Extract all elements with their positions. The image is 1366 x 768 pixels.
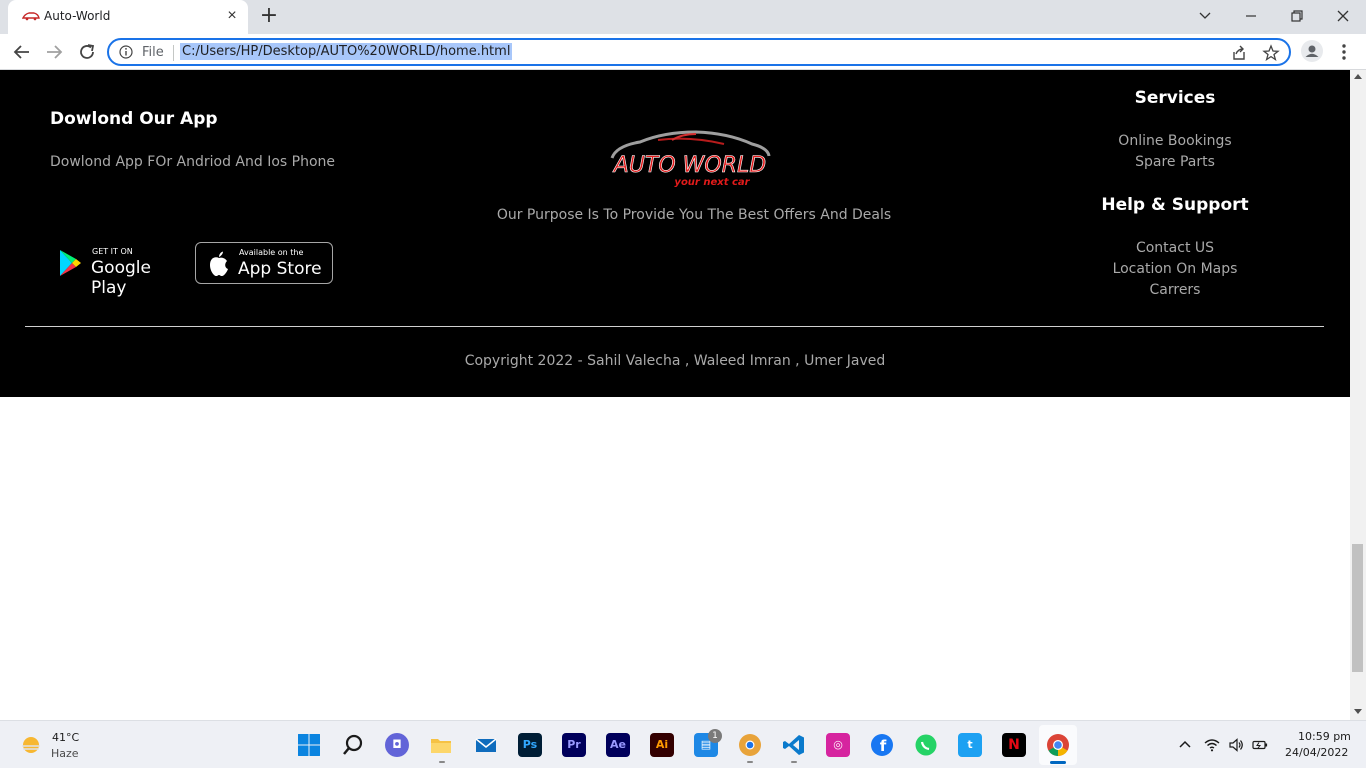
file-scheme-label: File <box>142 45 164 60</box>
weather-haze-icon[interactable] <box>20 734 42 756</box>
app-store-small-label: Available on the <box>239 248 304 257</box>
illustrator-icon[interactable]: Ai <box>650 733 674 757</box>
page-scrollbar[interactable] <box>1350 70 1366 720</box>
footer-link-contact-us[interactable]: Contact US <box>1075 240 1275 256</box>
vscode-icon[interactable] <box>782 733 806 757</box>
chrome-canary-icon[interactable] <box>738 733 762 757</box>
mail-icon[interactable] <box>474 733 498 757</box>
address-bar[interactable]: File C:/Users/HP/Desktop/AUTO%20WORLD/ho… <box>107 38 1291 66</box>
chrome-icon[interactable] <box>1046 733 1070 757</box>
vscode-running-indicator <box>791 761 797 763</box>
app-store-big-label: App Store <box>238 259 322 279</box>
info-icon[interactable] <box>119 45 133 59</box>
weather-description[interactable]: Haze <box>51 747 79 760</box>
google-play-button[interactable]: GET IT ON Google Play <box>50 242 186 298</box>
chat-icon[interactable]: ◘ <box>385 733 409 757</box>
scroll-down-arrow-icon[interactable] <box>1354 709 1362 714</box>
tab-close-icon[interactable]: × <box>224 8 240 24</box>
clock-time[interactable]: 10:59 pm <box>1298 730 1351 743</box>
share-icon[interactable] <box>1230 44 1248 62</box>
chevron-up-icon[interactable] <box>1177 737 1193 753</box>
weather-temperature[interactable]: 41°C <box>52 731 79 744</box>
battery-icon[interactable] <box>1252 737 1268 753</box>
tab-search-chevron-icon[interactable] <box>1182 4 1228 28</box>
profile-avatar-icon[interactable] <box>1301 40 1323 62</box>
app-section-heading: Dowlond Our App <box>50 109 218 129</box>
logo-tagline: your next car <box>674 177 750 188</box>
tab-auto-world[interactable]: Auto-World × <box>8 0 248 34</box>
app-section-description: Dowlond App FOr Andriod And Ios Phone <box>50 154 336 170</box>
scroll-up-arrow-icon[interactable] <box>1354 74 1362 79</box>
browser-menu-icon[interactable] <box>1336 41 1352 63</box>
footer-link-carrers[interactable]: Carrers <box>1075 282 1275 298</box>
reload-icon[interactable] <box>76 41 98 63</box>
scroll-thumb[interactable] <box>1352 544 1363 672</box>
volume-icon[interactable] <box>1228 737 1244 753</box>
restore-icon[interactable] <box>1274 4 1320 28</box>
bookmark-star-icon[interactable] <box>1262 44 1280 62</box>
new-tab-icon[interactable]: + <box>258 5 280 28</box>
copyright-text: Copyright 2022 - Sahil Valecha , Waleed … <box>464 353 886 369</box>
auto-world-logo[interactable]: AUTO WORLD your next car <box>606 128 774 190</box>
photoshop-icon[interactable]: Ps <box>518 733 542 757</box>
start-icon[interactable] <box>297 733 321 757</box>
premiere-icon[interactable]: Pr <box>562 733 586 757</box>
notification-badge: 1 <box>708 729 722 743</box>
wifi-icon[interactable] <box>1204 737 1220 753</box>
whatsapp-icon[interactable] <box>914 733 938 757</box>
url-text[interactable]: C:/Users/HP/Desktop/AUTO%20WORLD/home.ht… <box>180 43 513 60</box>
omnibox-divider <box>173 45 174 61</box>
browser-toolbar: File C:/Users/HP/Desktop/AUTO%20WORLD/ho… <box>0 34 1366 70</box>
windows-taskbar: 41°C Haze ◘ Ps Pr Ae Ai ▤ 1 ◎ f t N 10:5… <box>0 720 1366 768</box>
twitter-icon[interactable]: t <box>958 733 982 757</box>
back-arrow-icon[interactable] <box>11 41 33 63</box>
close-window-icon[interactable] <box>1320 4 1366 28</box>
google-play-small-label: GET IT ON <box>92 247 133 256</box>
services-heading: Services <box>1134 88 1216 108</box>
search-icon[interactable] <box>341 733 365 757</box>
tab-strip: Auto-World × + <box>0 0 1366 34</box>
chrome-canary-running-indicator <box>747 761 753 763</box>
footer-link-location-on-maps[interactable]: Location On Maps <box>1075 261 1275 277</box>
page-viewport: Dowlond Our App Dowlond App FOr Andriod … <box>0 70 1350 720</box>
minimize-icon[interactable] <box>1228 4 1274 28</box>
forward-arrow-icon[interactable] <box>43 41 65 63</box>
site-footer: Dowlond Our App Dowlond App FOr Andriod … <box>0 70 1350 397</box>
netflix-icon[interactable]: N <box>1002 733 1026 757</box>
instagram-icon[interactable]: ◎ <box>826 733 850 757</box>
file-explorer-icon[interactable] <box>429 733 453 757</box>
tab-title: Auto-World <box>44 9 111 23</box>
footer-link-online-bookings[interactable]: Online Bookings <box>1075 133 1275 149</box>
after-effects-icon[interactable]: Ae <box>606 733 630 757</box>
footer-divider <box>25 326 1324 327</box>
google-play-big-label: Google Play <box>91 258 151 298</box>
file-explorer-running-indicator <box>439 761 445 763</box>
help-support-heading: Help & Support <box>1101 195 1249 215</box>
footer-link-spare-parts[interactable]: Spare Parts <box>1075 154 1275 170</box>
logo-brand-text: AUTO WORLD <box>612 153 766 178</box>
app-store-button[interactable]: Available on the App Store <box>195 242 333 284</box>
chrome-running-indicator <box>1050 761 1066 764</box>
apple-icon <box>210 251 228 276</box>
svg-text:f: f <box>880 737 887 755</box>
car-favicon-icon <box>22 12 40 21</box>
google-play-icon <box>60 250 81 276</box>
clock-date[interactable]: 24/04/2022 <box>1285 746 1348 759</box>
facebook-icon[interactable]: f <box>870 733 894 757</box>
